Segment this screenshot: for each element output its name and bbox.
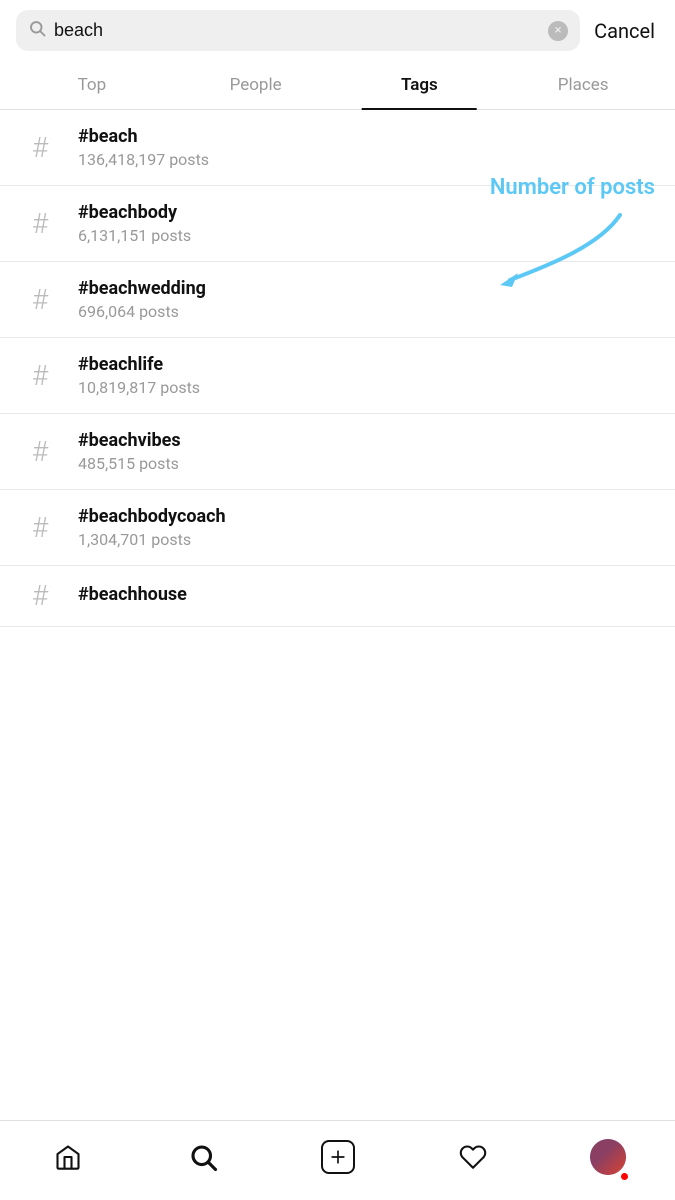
tag-info: #beach 136,418,197 posts [78,126,209,169]
tab-people[interactable]: People [174,61,338,109]
tag-item[interactable]: # #beachwedding 696,064 posts [0,262,675,338]
tag-name: #beachbody [78,202,191,223]
tag-item[interactable]: # #beachlife 10,819,817 posts [0,338,675,414]
tag-posts: 136,418,197 posts [78,150,209,169]
tag-item[interactable]: # #beachbody 6,131,151 posts [0,186,675,262]
tag-posts: 10,819,817 posts [78,378,200,397]
tab-bar: Top People Tags Places [0,61,675,110]
tab-places[interactable]: Places [501,61,665,109]
notification-dot [621,1173,628,1180]
hash-icon: # [20,514,60,542]
tab-top[interactable]: Top [10,61,174,109]
nav-profile[interactable] [578,1132,638,1182]
tag-info: #beachlife 10,819,817 posts [78,354,200,397]
tag-info: #beachbodycoach 1,304,701 posts [78,506,226,549]
content-area: Number of posts # #beach 136,418,197 pos… [0,110,675,717]
search-input-wrap: × [16,10,580,51]
nav-search[interactable] [173,1132,233,1182]
search-nav-icon [188,1142,218,1172]
tag-item[interactable]: # #beach 136,418,197 posts [0,110,675,186]
hash-icon: # [20,134,60,162]
add-icon [321,1140,355,1174]
search-bar: × Cancel [0,0,675,61]
tag-name: #beach [78,126,209,147]
tag-name: #beachlife [78,354,200,375]
tag-posts: 485,515 posts [78,454,181,473]
cancel-button[interactable]: Cancel [590,19,659,43]
tag-item[interactable]: # #beachhouse [0,566,675,627]
avatar [590,1139,626,1175]
nav-add[interactable] [308,1132,368,1182]
tag-name: #beachhouse [78,584,187,605]
hash-icon: # [20,582,60,610]
search-input[interactable] [54,20,540,41]
clear-icon[interactable]: × [548,21,568,41]
tag-info: #beachhouse [78,584,187,608]
hash-icon: # [20,362,60,390]
tag-name: #beachbodycoach [78,506,226,527]
tag-info: #beachwedding 696,064 posts [78,278,206,321]
tag-name: #beachwedding [78,278,206,299]
home-icon [54,1143,82,1171]
tag-item[interactable]: # #beachvibes 485,515 posts [0,414,675,490]
tag-posts: 1,304,701 posts [78,530,226,549]
tag-list: # #beach 136,418,197 posts # #beachbody … [0,110,675,627]
search-icon [28,19,46,42]
tag-info: #beachvibes 485,515 posts [78,430,181,473]
nav-home[interactable] [38,1132,98,1182]
tag-name: #beachvibes [78,430,181,451]
tag-item[interactable]: # #beachbodycoach 1,304,701 posts [0,490,675,566]
heart-icon [459,1143,487,1171]
hash-icon: # [20,286,60,314]
bottom-nav [0,1120,675,1200]
hash-icon: # [20,438,60,466]
tag-info: #beachbody 6,131,151 posts [78,202,191,245]
tag-posts: 696,064 posts [78,302,206,321]
tab-tags[interactable]: Tags [338,61,502,109]
tag-posts: 6,131,151 posts [78,226,191,245]
nav-heart[interactable] [443,1132,503,1182]
hash-icon: # [20,210,60,238]
